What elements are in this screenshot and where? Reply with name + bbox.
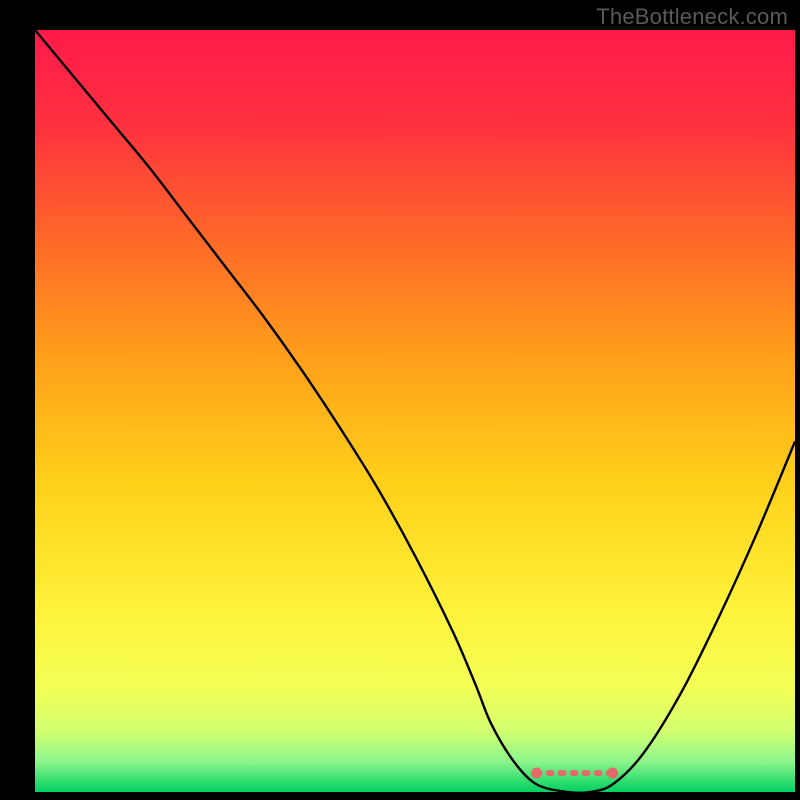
gradient-background	[35, 30, 795, 792]
chart-frame: TheBottleneck.com	[0, 0, 800, 800]
optimum-band-end-dot	[607, 767, 618, 778]
watermark-text: TheBottleneck.com	[596, 4, 788, 30]
optimum-band-start-dot	[531, 767, 542, 778]
bottleneck-chart	[0, 0, 800, 800]
